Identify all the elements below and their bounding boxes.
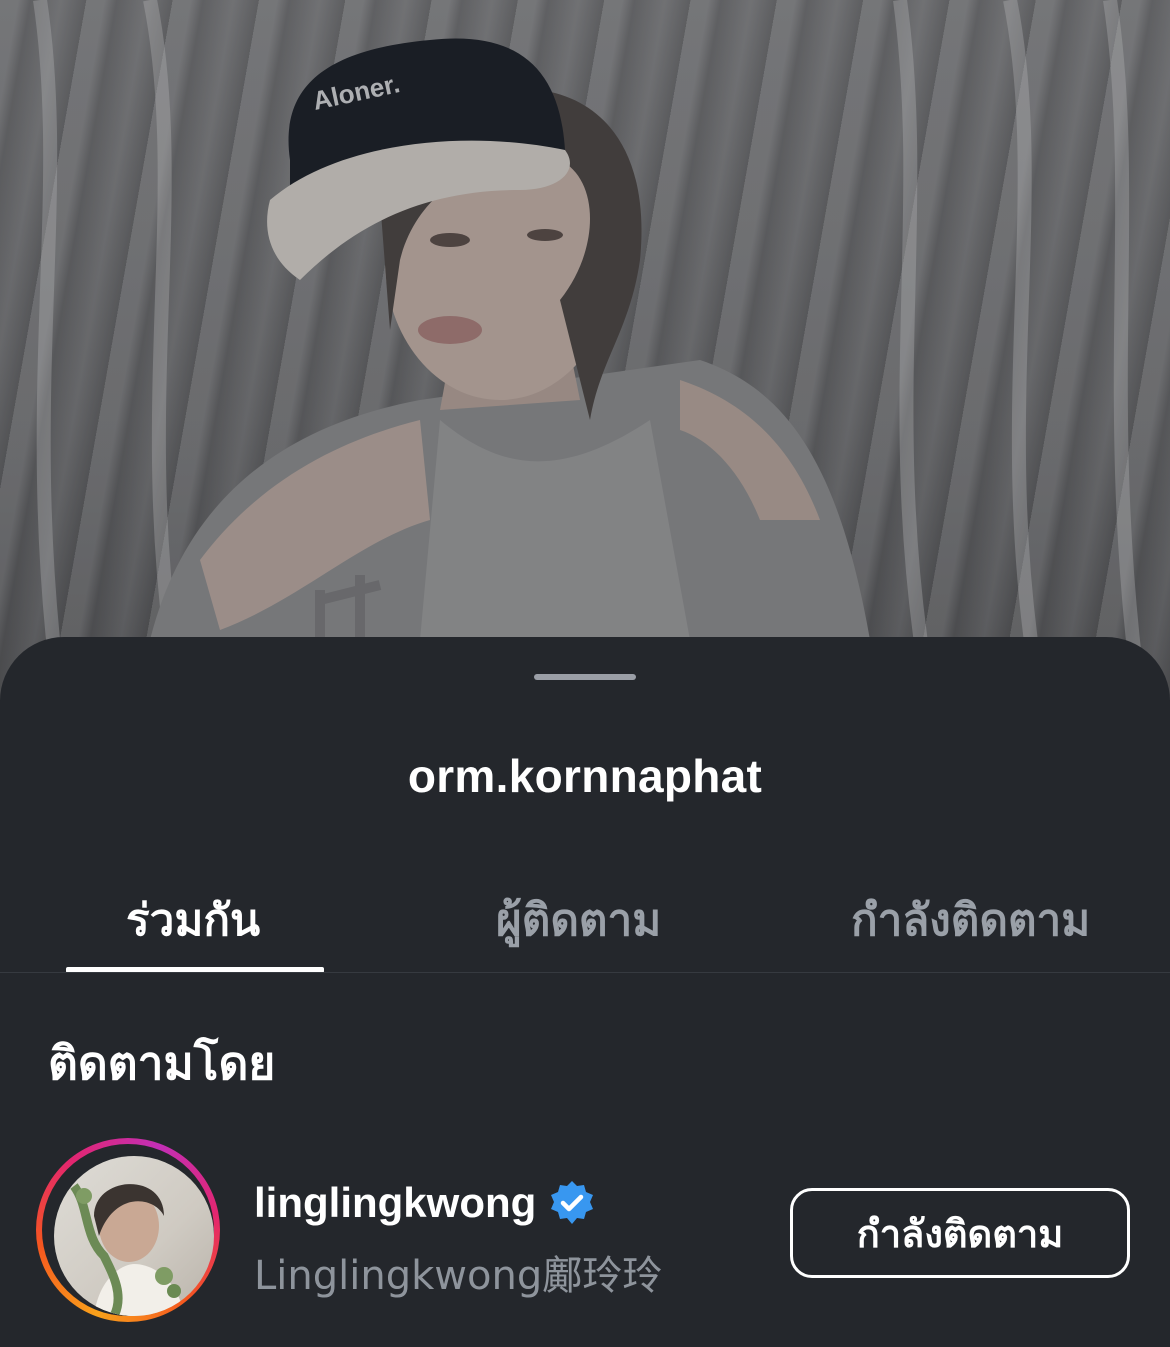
list-item-full-name: Linglingkwong鄺玲玲 (254, 1253, 663, 1299)
tab-bar-divider (0, 972, 1170, 973)
following-button[interactable]: กำลังติดตาม (790, 1188, 1130, 1278)
tab-bar: ร่วมกัน ผู้ติดตาม กำลังติดตาม (0, 875, 1170, 973)
profile-background-photo: Aloner. (0, 0, 1170, 700)
tab-mutual[interactable]: ร่วมกัน (126, 885, 260, 955)
verified-badge-icon (551, 1181, 594, 1224)
avatar (54, 1156, 214, 1316)
tab-followers[interactable]: ผู้ติดตาม (496, 885, 661, 955)
tab-following[interactable]: กำลังติดตาม (851, 885, 1090, 955)
sheet-title-username: orm.kornnaphat (407, 750, 763, 802)
photo-dim-overlay (0, 0, 1170, 700)
sheet-drag-handle[interactable] (534, 674, 636, 680)
avatar-photo (70, 1183, 184, 1316)
bottom-sheet: orm.kornnaphat ร่วมกัน ผู้ติดตาม กำลังติ… (0, 637, 1170, 1347)
list-item[interactable]: linglingkwong Linglingkwong鄺玲玲 กำลังติดต… (0, 1137, 1170, 1337)
section-heading: ติดตามโดย (48, 1036, 276, 1090)
story-ring[interactable] (36, 1138, 220, 1322)
list-item-username[interactable]: linglingkwong (254, 1179, 536, 1227)
